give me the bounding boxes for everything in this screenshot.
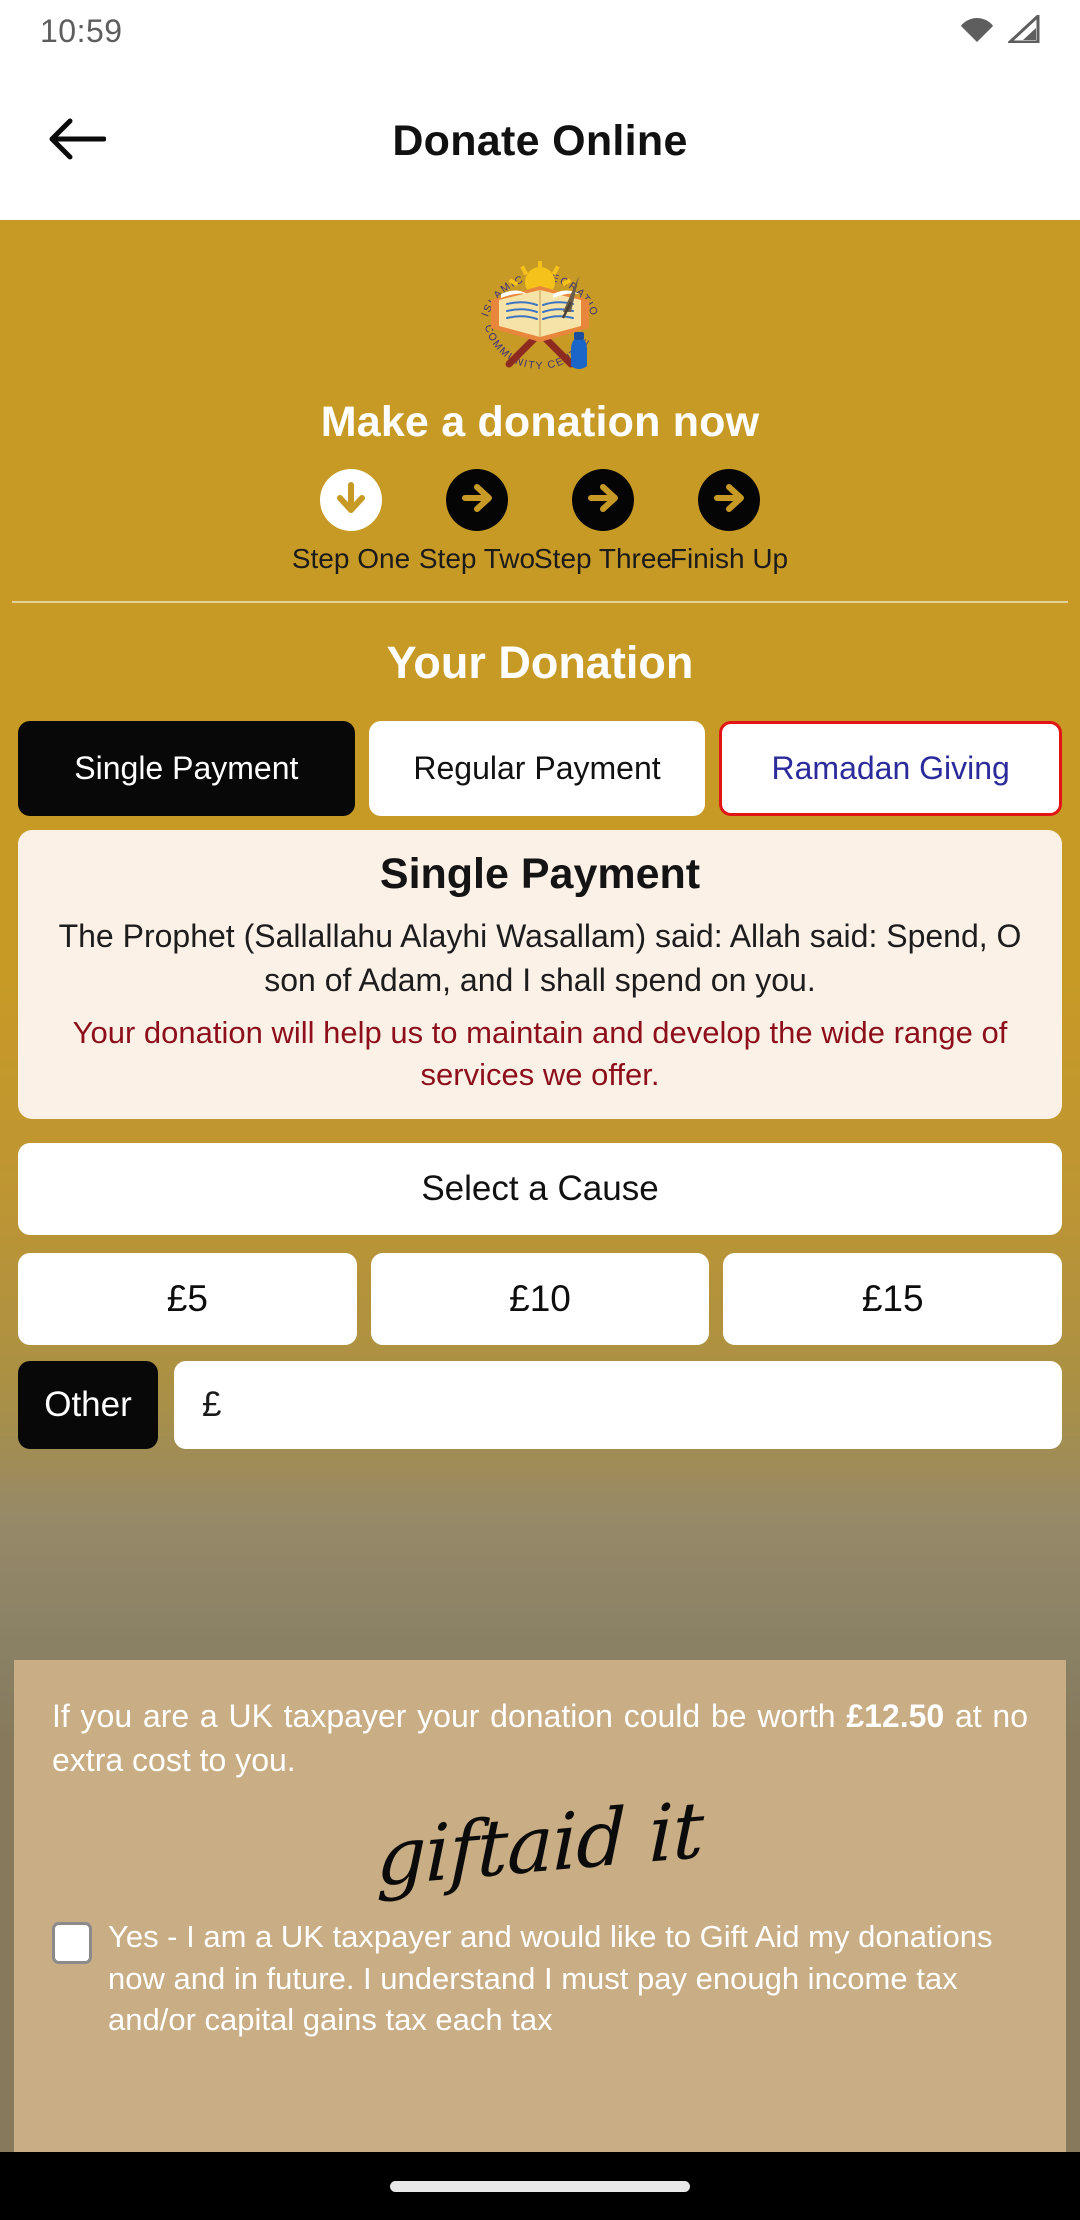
tab-single-payment[interactable]: Single Payment bbox=[18, 721, 355, 816]
section-divider bbox=[12, 601, 1068, 603]
info-card-quote: The Prophet (Sallallahu Alayhi Wasallam)… bbox=[58, 918, 1022, 998]
logo-container: ISLAMIC INTEGRATION COMMUNITY CENTRE bbox=[0, 220, 1080, 382]
info-card-highlight: Your donation will help us to maintain a… bbox=[72, 1015, 1008, 1092]
step-label: Step Two bbox=[418, 543, 536, 574]
amount-button-15[interactable]: £15 bbox=[723, 1253, 1063, 1346]
gift-aid-logo: giftaid it bbox=[52, 1786, 1028, 1905]
payment-type-tabs: Single Payment Regular Payment Ramadan G… bbox=[0, 721, 1080, 816]
status-icons bbox=[960, 12, 1040, 48]
status-bar: 10:59 bbox=[0, 0, 1080, 62]
other-amount-input[interactable]: £ bbox=[174, 1361, 1062, 1450]
hero-title: Make a donation now bbox=[320, 398, 760, 446]
select-cause-dropdown[interactable]: Select a Cause bbox=[18, 1143, 1062, 1236]
arrow-right-icon bbox=[584, 479, 622, 522]
amount-options: £5 £10 £15 bbox=[0, 1253, 1080, 1346]
arrow-right-icon bbox=[458, 479, 496, 522]
status-time: 10:59 bbox=[40, 12, 123, 49]
gift-aid-intro-before: If you are a UK taxpayer your donation c… bbox=[52, 1698, 847, 1734]
step-one-circle bbox=[320, 469, 382, 531]
gift-aid-consent-text: Yes - I am a UK taxpayer and would like … bbox=[108, 1919, 993, 2037]
gift-aid-checkbox[interactable] bbox=[52, 1922, 92, 1965]
payment-info-card: Single Payment The Prophet (Sallallahu A… bbox=[18, 830, 1062, 1120]
amount-button-10[interactable]: £10 bbox=[370, 1253, 710, 1346]
other-amount-button[interactable]: Other bbox=[18, 1361, 158, 1450]
section-title: Your Donation bbox=[386, 637, 694, 688]
step-finish-circle bbox=[698, 469, 760, 531]
app-bar: Donate Online bbox=[0, 62, 1080, 220]
arrow-right-icon bbox=[710, 479, 748, 522]
step-label: Finish Up bbox=[669, 543, 789, 574]
back-arrow-icon bbox=[48, 116, 107, 167]
gift-aid-intro: If you are a UK taxpayer your donation c… bbox=[52, 1694, 1028, 1782]
step-indicator: Step One Step Two Step Three Finish Up bbox=[0, 469, 1080, 575]
system-navigation-bar bbox=[0, 2152, 1080, 2220]
step-label: Step One bbox=[291, 543, 411, 574]
screen: 10:59 Donate Online IS AM C E RA IO COMM… bbox=[0, 0, 1080, 2220]
info-card-heading: Single Payment bbox=[379, 850, 701, 898]
step-label: Step Three bbox=[533, 543, 673, 574]
home-gesture-pill[interactable] bbox=[390, 2180, 690, 2192]
tab-ramadan-giving[interactable]: Ramadan Giving bbox=[719, 721, 1063, 816]
donation-page: ISLAMIC INTEGRATION COMMUNITY CENTRE bbox=[0, 220, 1080, 2152]
tab-regular-payment[interactable]: Regular Payment bbox=[368, 721, 706, 816]
other-amount-row: Other £ bbox=[0, 1361, 1080, 1450]
back-button[interactable] bbox=[22, 86, 132, 196]
step-two-circle bbox=[446, 469, 508, 531]
wifi-icon bbox=[960, 15, 994, 48]
gift-aid-consent-row: Yes - I am a UK taxpayer and would like … bbox=[52, 1916, 1028, 2040]
step-item-two[interactable]: Step Two bbox=[414, 469, 540, 575]
step-item-finish[interactable]: Finish Up bbox=[666, 469, 792, 575]
amount-button-5[interactable]: £5 bbox=[18, 1253, 357, 1346]
organisation-logo-icon: ISLAMIC INTEGRATION COMMUNITY CENTRE bbox=[467, 242, 613, 382]
cellular-signal-icon bbox=[1006, 12, 1040, 48]
step-item-three[interactable]: Step Three bbox=[534, 469, 672, 575]
step-item-one[interactable]: Step One bbox=[288, 469, 414, 575]
gift-aid-amount: £12.50 bbox=[846, 1698, 945, 1734]
page-title: Donate Online bbox=[392, 116, 688, 165]
gift-aid-panel: If you are a UK taxpayer your donation c… bbox=[14, 1660, 1066, 2152]
step-three-circle bbox=[572, 469, 634, 531]
gift-aid-logo-text: giftaid it bbox=[376, 1785, 704, 1905]
arrow-down-icon bbox=[332, 479, 370, 522]
